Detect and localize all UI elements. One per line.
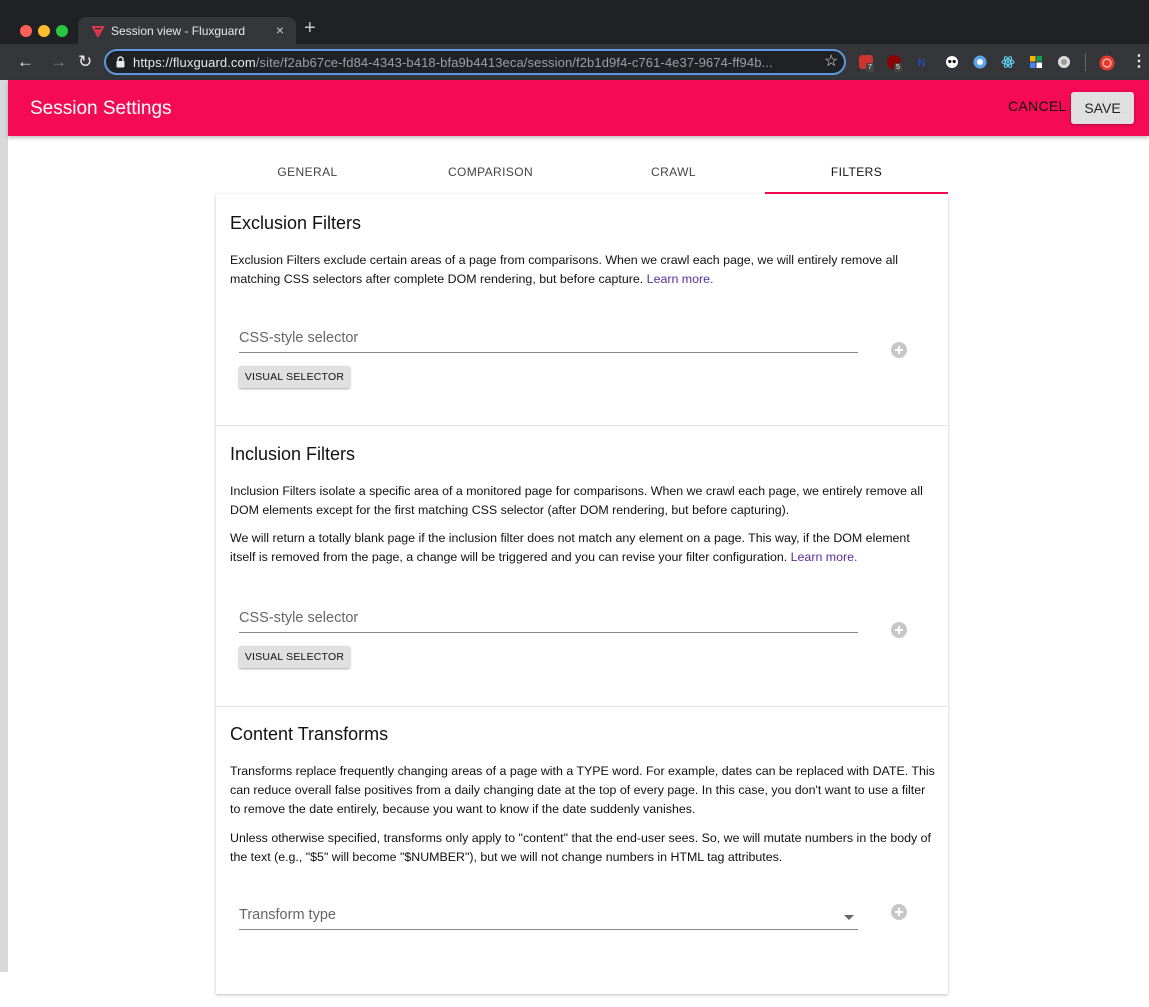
inclusion-filters-section: Inclusion Filters Inclusion Filters isol… bbox=[216, 426, 948, 707]
tab-close-icon[interactable]: × bbox=[276, 22, 284, 38]
inclusion-selector-placeholder: CSS-style selector bbox=[239, 610, 359, 626]
browser-menu-icon[interactable]: ⋮ bbox=[1131, 51, 1147, 71]
toolbar-divider bbox=[1085, 53, 1086, 71]
inclusion-selector-input[interactable]: CSS-style selector bbox=[239, 608, 858, 633]
tab-filters[interactable]: FILTERS bbox=[765, 152, 948, 194]
address-bar[interactable]: https://fluxguard.com/site/f2ab67ce-fd84… bbox=[104, 49, 846, 75]
url-host: https://fluxguard.com bbox=[133, 55, 256, 70]
exclusion-filters-title: Exclusion Filters bbox=[230, 213, 362, 233]
tab-crawl[interactable]: CRAWL bbox=[582, 152, 765, 194]
tab-comparison[interactable]: COMPARISON bbox=[399, 152, 582, 194]
content-transforms-description-1: Transforms replace frequently changing a… bbox=[230, 764, 935, 816]
extension-n-icon[interactable]: N bbox=[915, 55, 929, 69]
transform-type-select[interactable]: Transform type bbox=[239, 905, 858, 930]
inclusion-filters-description-1: Inclusion Filters isolate a specific are… bbox=[230, 484, 923, 517]
chevron-down-icon bbox=[844, 915, 854, 920]
transform-type-placeholder: Transform type bbox=[239, 907, 336, 923]
content-transforms-section: Content Transforms Transforms replace fr… bbox=[216, 707, 948, 1007]
inclusion-learn-more-link[interactable]: Learn more. bbox=[791, 550, 858, 564]
forward-arrow-icon[interactable]: → bbox=[50, 52, 67, 72]
extension-grid-icon[interactable] bbox=[1029, 55, 1043, 69]
profile-avatar-icon[interactable] bbox=[1099, 55, 1115, 71]
cancel-button[interactable]: CANCEL bbox=[1008, 98, 1067, 114]
add-exclusion-icon[interactable] bbox=[891, 342, 907, 358]
tab-general[interactable]: GENERAL bbox=[216, 152, 399, 194]
extension-badge: 5 bbox=[894, 63, 902, 72]
back-arrow-icon[interactable]: ← bbox=[17, 52, 34, 72]
add-inclusion-icon[interactable] bbox=[891, 622, 907, 638]
inclusion-filters-description-2: We will return a totally blank page if t… bbox=[230, 529, 938, 567]
filters-card: Exclusion Filters Exclusion Filters excl… bbox=[216, 194, 948, 994]
exclusion-filters-section: Exclusion Filters Exclusion Filters excl… bbox=[216, 194, 948, 426]
exclusion-selector-placeholder: CSS-style selector bbox=[239, 330, 359, 346]
extension-drop-icon[interactable] bbox=[973, 55, 987, 69]
browser-window: Session view - Fluxguard × + ← → ↻ https… bbox=[0, 0, 1149, 994]
exclusion-filters-description: Exclusion Filters exclude certain areas … bbox=[230, 251, 938, 289]
extension-lastpass-icon[interactable]: 7 bbox=[859, 55, 874, 72]
minimize-window-button[interactable] bbox=[38, 25, 50, 37]
exclusion-learn-more-link[interactable]: Learn more. bbox=[647, 272, 714, 286]
app-header: Session Settings CANCEL SAVE bbox=[8, 80, 1149, 136]
new-tab-button[interactable]: + bbox=[304, 18, 316, 38]
browser-tab-strip: Session view - Fluxguard × + bbox=[0, 0, 1149, 46]
settings-tabs: GENERAL COMPARISON CRAWL FILTERS bbox=[216, 152, 948, 194]
exclusion-description-text: Exclusion Filters exclude certain areas … bbox=[230, 253, 899, 286]
extension-react-icon[interactable] bbox=[1001, 55, 1015, 69]
maximize-window-button[interactable] bbox=[56, 25, 68, 37]
content-transforms-title: Content Transforms bbox=[230, 724, 389, 744]
url-text: https://fluxguard.com/site/f2ab67ce-fd84… bbox=[133, 55, 773, 70]
inclusion-visual-selector-button[interactable]: VISUAL SELECTOR bbox=[239, 646, 350, 668]
extension-panda-icon[interactable] bbox=[945, 55, 959, 69]
page-title: Session Settings bbox=[30, 98, 172, 119]
browser-tab[interactable]: Session view - Fluxguard × bbox=[78, 17, 296, 46]
svg-text:N: N bbox=[918, 58, 925, 69]
add-transform-icon[interactable] bbox=[891, 904, 907, 920]
reload-icon[interactable]: ↻ bbox=[78, 52, 92, 72]
lock-icon bbox=[116, 56, 125, 68]
browser-tab-title: Session view - Fluxguard bbox=[111, 24, 246, 38]
close-window-button[interactable] bbox=[20, 25, 32, 37]
bookmark-star-icon[interactable]: ☆ bbox=[824, 51, 838, 71]
exclusion-selector-input[interactable]: CSS-style selector bbox=[239, 328, 858, 353]
fluxguard-favicon-icon bbox=[91, 26, 105, 38]
exclusion-visual-selector-button[interactable]: VISUAL SELECTOR bbox=[239, 366, 350, 388]
inclusion-filters-title: Inclusion Filters bbox=[230, 444, 356, 464]
extension-badge: 7 bbox=[866, 63, 874, 72]
url-path: /site/f2ab67ce-fd84-4343-b418-bfa9b4413e… bbox=[255, 55, 773, 70]
content-transforms-description-2: Unless otherwise specified, transforms o… bbox=[230, 831, 931, 864]
window-left-edge bbox=[0, 80, 8, 972]
extension-ublock-icon[interactable]: 5 bbox=[887, 55, 902, 72]
extension-circle-icon[interactable] bbox=[1057, 55, 1071, 69]
save-button[interactable]: SAVE bbox=[1071, 92, 1134, 124]
